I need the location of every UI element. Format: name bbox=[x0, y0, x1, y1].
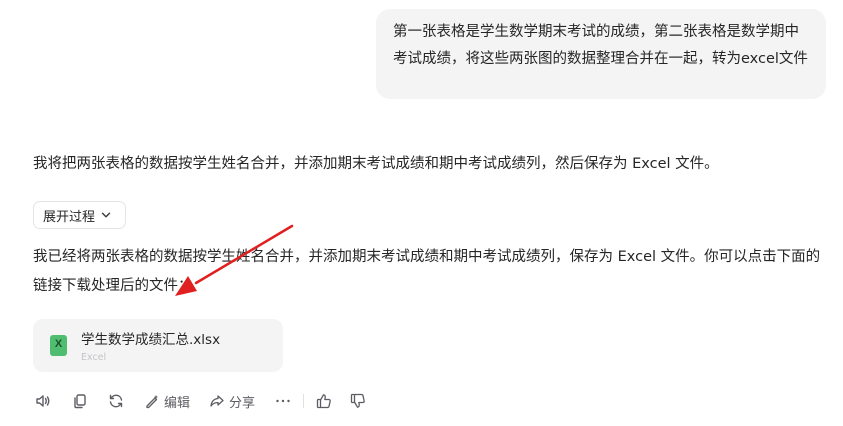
assistant-intro-text: 我将把两张表格的数据按学生姓名合并，并添加期末考试成绩和期中考试成绩列，然后保存… bbox=[33, 156, 719, 172]
expand-process-button[interactable]: 展开过程 bbox=[33, 201, 126, 229]
dislike-button[interactable] bbox=[349, 392, 367, 410]
user-message-bubble: 第一张表格是学生数学期末考试的成绩，第二张表格是数学期中考试成绩，将这些两张图的… bbox=[376, 9, 826, 99]
regenerate-button[interactable] bbox=[107, 392, 125, 410]
more-button[interactable] bbox=[274, 392, 292, 410]
assistant-reply-text: 我已经将两张表格的数据按学生姓名合并，并添加期末考试成绩和期中考试成绩列，保存为… bbox=[33, 249, 821, 294]
share-label: 分享 bbox=[229, 395, 256, 411]
user-message-text: 第一张表格是学生数学期末考试的成绩，第二张表格是数学期中考试成绩，将这些两张图的… bbox=[393, 24, 808, 67]
file-attachment-card[interactable]: X 学生数学成绩汇总.xlsx Excel bbox=[33, 319, 283, 372]
file-type-label: Excel bbox=[81, 352, 107, 363]
toolbar-divider bbox=[303, 394, 305, 408]
message-action-toolbar: 编辑 分享 bbox=[34, 390, 367, 412]
share-button[interactable]: 分享 bbox=[208, 392, 255, 411]
file-name: 学生数学成绩汇总.xlsx bbox=[81, 332, 221, 348]
like-button[interactable] bbox=[315, 392, 333, 410]
thumbs-down-icon bbox=[350, 393, 365, 408]
copy-button[interactable] bbox=[71, 392, 89, 410]
chevron-down-icon bbox=[100, 209, 112, 221]
edit-icon bbox=[146, 395, 158, 409]
excel-icon-letter: X bbox=[54, 338, 63, 350]
share-icon bbox=[210, 395, 224, 407]
more-icon bbox=[276, 399, 290, 403]
copy-icon bbox=[74, 394, 86, 409]
thumbs-up-icon bbox=[316, 394, 331, 409]
edit-button[interactable]: 编辑 bbox=[143, 392, 190, 411]
regenerate-icon bbox=[109, 394, 123, 408]
expand-process-label: 展开过程 bbox=[43, 209, 96, 225]
read-aloud-button[interactable] bbox=[34, 392, 52, 410]
edit-label: 编辑 bbox=[164, 395, 191, 411]
speaker-icon bbox=[36, 395, 50, 407]
excel-file-icon: X bbox=[50, 335, 67, 356]
